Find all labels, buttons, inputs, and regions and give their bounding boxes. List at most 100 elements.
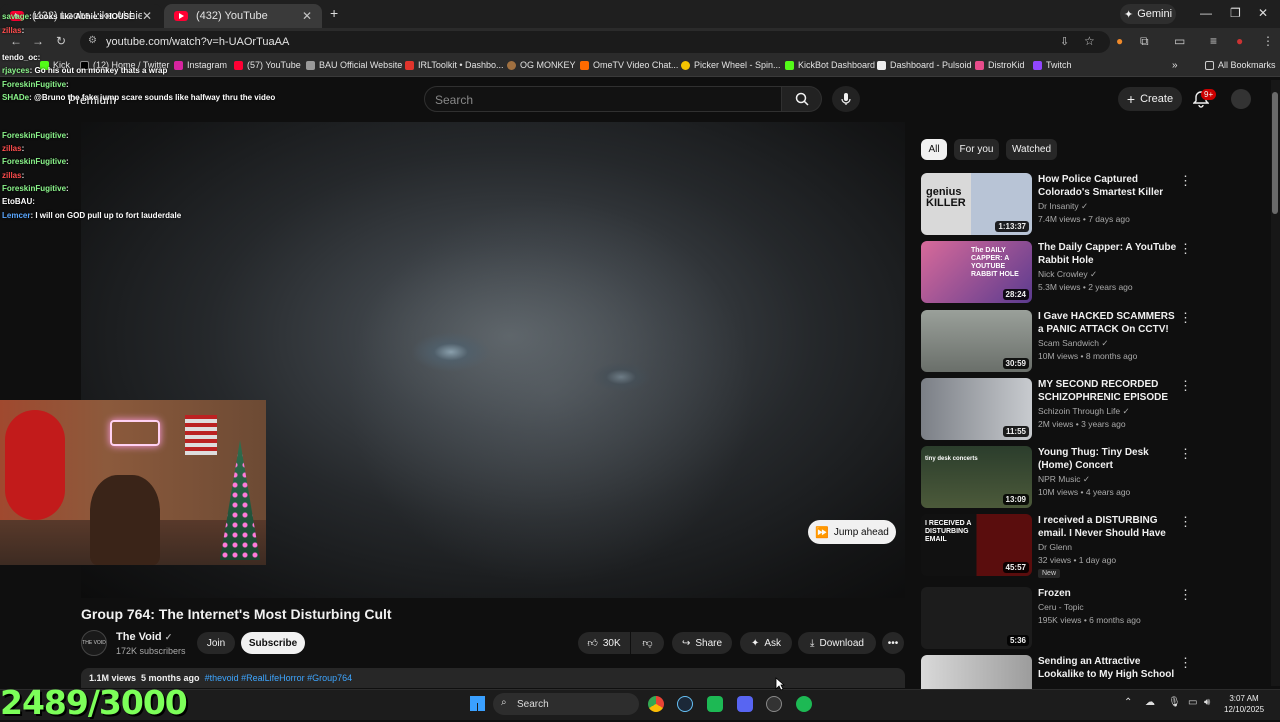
- more-vertical-icon[interactable]: ⋮: [1179, 446, 1192, 462]
- join-button[interactable]: Join: [197, 632, 235, 654]
- address-bar[interactable]: ⚙ youtube.com/watch?v=h-UAOrTuaAA ⇩ ☆: [80, 31, 1110, 53]
- hashtags[interactable]: #thevoid #RealLifeHorror #Group764: [205, 673, 353, 683]
- recommendation-item[interactable]: 11:55 MY SECOND RECORDED SCHIZOPHRENIC E…: [921, 378, 1271, 440]
- recommendation-item[interactable]: The DAILY CAPPER: A YOUTUBE RABBIT HOLE …: [921, 241, 1271, 303]
- bookmark-bau[interactable]: BAU Official Website: [306, 60, 402, 70]
- steam-icon[interactable]: [677, 696, 693, 712]
- extension-icon[interactable]: ●: [1116, 34, 1123, 48]
- search-input[interactable]: Search: [424, 86, 782, 112]
- bookmark-pickerwheel[interactable]: Picker Wheel - Spin...: [681, 60, 781, 70]
- video-thumbnail[interactable]: 5:36: [921, 587, 1032, 649]
- bookmark-star-icon[interactable]: ☆: [1084, 34, 1095, 48]
- onedrive-icon[interactable]: ☁: [1145, 697, 1155, 708]
- all-bookmarks-button[interactable]: All Bookmarks: [1205, 60, 1276, 70]
- reload-icon[interactable]: ↻: [56, 34, 66, 48]
- windows-start-icon[interactable]: [470, 696, 485, 711]
- install-icon[interactable]: ⇩: [1060, 35, 1069, 48]
- close-window-icon[interactable]: ✕: [1258, 6, 1268, 20]
- bookmark-pulsoid[interactable]: Dashboard - Pulsoid: [877, 60, 972, 70]
- more-vertical-icon[interactable]: ⋮: [1179, 378, 1192, 394]
- bookmark-twitch[interactable]: Twitch: [1033, 60, 1072, 70]
- more-vertical-icon[interactable]: ⋮: [1179, 587, 1192, 603]
- bookmark-irltoolkit[interactable]: IRLToolkit • Dashbo...: [405, 60, 504, 70]
- obs-icon[interactable]: [766, 696, 782, 712]
- app-icon[interactable]: [707, 696, 723, 712]
- close-tab-icon[interactable]: ✕: [302, 9, 312, 23]
- jump-ahead-button[interactable]: ⏩ Jump ahead: [808, 520, 896, 544]
- forward-icon[interactable]: →: [32, 34, 44, 48]
- voice-search-button[interactable]: [832, 86, 860, 112]
- chip-all[interactable]: All: [921, 139, 947, 160]
- spotify-icon[interactable]: [796, 696, 812, 712]
- discord-icon[interactable]: [737, 696, 753, 712]
- chip-for-you[interactable]: For you: [954, 139, 999, 160]
- more-vertical-icon[interactable]: ⋮: [1179, 241, 1192, 257]
- dislike-button[interactable]: 👎︎: [631, 632, 664, 654]
- mic-tray-icon[interactable]: 🎙︎: [1168, 697, 1181, 708]
- gemini-label: Gemini: [1137, 8, 1173, 20]
- profile-avatar[interactable]: ●: [1236, 34, 1243, 48]
- tab-youtube[interactable]: (432) YouTube ✕: [164, 4, 322, 28]
- back-icon[interactable]: ←: [10, 34, 22, 48]
- bookmark-ogmonkey[interactable]: OG MONKEY: [507, 60, 576, 70]
- video-thumbnail[interactable]: 30:59: [921, 310, 1032, 372]
- side-panel-icon[interactable]: ▭: [1174, 34, 1185, 48]
- download-button[interactable]: ⤓ Download: [798, 632, 876, 654]
- volume-icon[interactable]: 🔊︎: [1204, 697, 1210, 708]
- more-actions-button[interactable]: •••: [882, 632, 904, 654]
- video-thumbnail[interactable]: 11:55: [921, 378, 1032, 440]
- site-info-icon[interactable]: ⚙: [88, 35, 97, 46]
- minimize-icon[interactable]: —: [1200, 6, 1212, 20]
- channel-avatar[interactable]: THE VOID: [81, 630, 107, 656]
- search-button[interactable]: [782, 86, 822, 112]
- notification-badge: 9+: [1201, 89, 1217, 100]
- more-vertical-icon[interactable]: ⋮: [1179, 514, 1192, 530]
- video-thumbnail[interactable]: genius KILLER 1:13:37: [921, 173, 1032, 235]
- bookmark-instagram[interactable]: Instagram: [174, 60, 227, 70]
- bookmark-distrokid[interactable]: DistroKid: [975, 60, 1025, 70]
- media-icon[interactable]: ≡: [1210, 34, 1217, 48]
- ask-button[interactable]: ✦ Ask: [740, 632, 792, 654]
- like-button[interactable]: 👍︎ 30K: [578, 632, 630, 654]
- close-tab-icon[interactable]: ✕: [142, 9, 152, 23]
- recommendation-item[interactable]: I RECEIVED A DISTURBING EMAIL 45:57 I re…: [921, 514, 1271, 584]
- bookmark-kickbot[interactable]: KickBot Dashboard: [785, 60, 875, 70]
- chip-watched[interactable]: Watched: [1006, 139, 1057, 160]
- more-bookmarks-icon[interactable]: »: [1172, 60, 1178, 71]
- recommendation-item[interactable]: 30:59 I Gave HACKED SCAMMERS a PANIC ATT…: [921, 310, 1271, 372]
- recommendation-title: I received a DISTURBING email. I Never S…: [1038, 515, 1166, 539]
- bookmark-ometv[interactable]: OmeTV Video Chat...: [580, 60, 678, 70]
- channel-name[interactable]: The Void ✓: [116, 631, 172, 643]
- restore-icon[interactable]: ❐: [1230, 6, 1241, 20]
- bookmark-label: (57) YouTube: [247, 60, 301, 70]
- video-thumbnail[interactable]: I RECEIVED A DISTURBING EMAIL 45:57: [921, 514, 1032, 576]
- chat-user: zillas: [2, 26, 22, 35]
- chrome-icon[interactable]: [648, 696, 664, 712]
- taskbar-search[interactable]: ⌕ Search: [493, 693, 639, 715]
- recommendation-item[interactable]: 5:36 Frozen Ceru - Topic 195K views • 6 …: [921, 587, 1271, 649]
- account-avatar[interactable]: [1231, 89, 1251, 109]
- gemini-button[interactable]: ✦ Gemini: [1120, 4, 1176, 24]
- video-thumbnail[interactable]: [921, 655, 1032, 689]
- scrollbar-thumb[interactable]: [1272, 92, 1278, 214]
- recommendation-item[interactable]: genius KILLER 1:13:37 How Police Capture…: [921, 173, 1271, 235]
- create-button[interactable]: + Create: [1118, 87, 1182, 111]
- menu-icon[interactable]: ⋮: [1262, 34, 1274, 48]
- recommendation-item[interactable]: tiny desk concerts 13:09 Young Thug: Tin…: [921, 446, 1271, 508]
- more-vertical-icon[interactable]: ⋮: [1179, 310, 1192, 326]
- share-button[interactable]: ↪ Share: [672, 632, 732, 654]
- video-thumbnail[interactable]: tiny desk concerts 13:09: [921, 446, 1032, 508]
- network-icon[interactable]: ▭: [1188, 697, 1197, 708]
- taskbar-clock[interactable]: 3:07 AM 12/10/2025: [1224, 693, 1264, 715]
- verified-icon: ✓: [1082, 474, 1091, 484]
- more-vertical-icon[interactable]: ⋮: [1179, 655, 1192, 671]
- subscribe-button[interactable]: Subscribe: [241, 632, 305, 654]
- new-tab-button[interactable]: +: [330, 5, 338, 21]
- extensions-puzzle-icon[interactable]: ⧉: [1140, 34, 1149, 49]
- tray-chevron-icon[interactable]: ⌃: [1124, 697, 1132, 708]
- recommendation-item[interactable]: Sending an Attractive Lookalike to My Hi…: [921, 655, 1271, 689]
- bookmark-youtube[interactable]: (57) YouTube: [234, 60, 301, 70]
- video-thumbnail[interactable]: The DAILY CAPPER: A YOUTUBE RABBIT HOLE …: [921, 241, 1032, 303]
- more-vertical-icon[interactable]: ⋮: [1179, 173, 1192, 189]
- thumbnail-text: I RECEIVED A DISTURBING EMAIL: [925, 520, 972, 543]
